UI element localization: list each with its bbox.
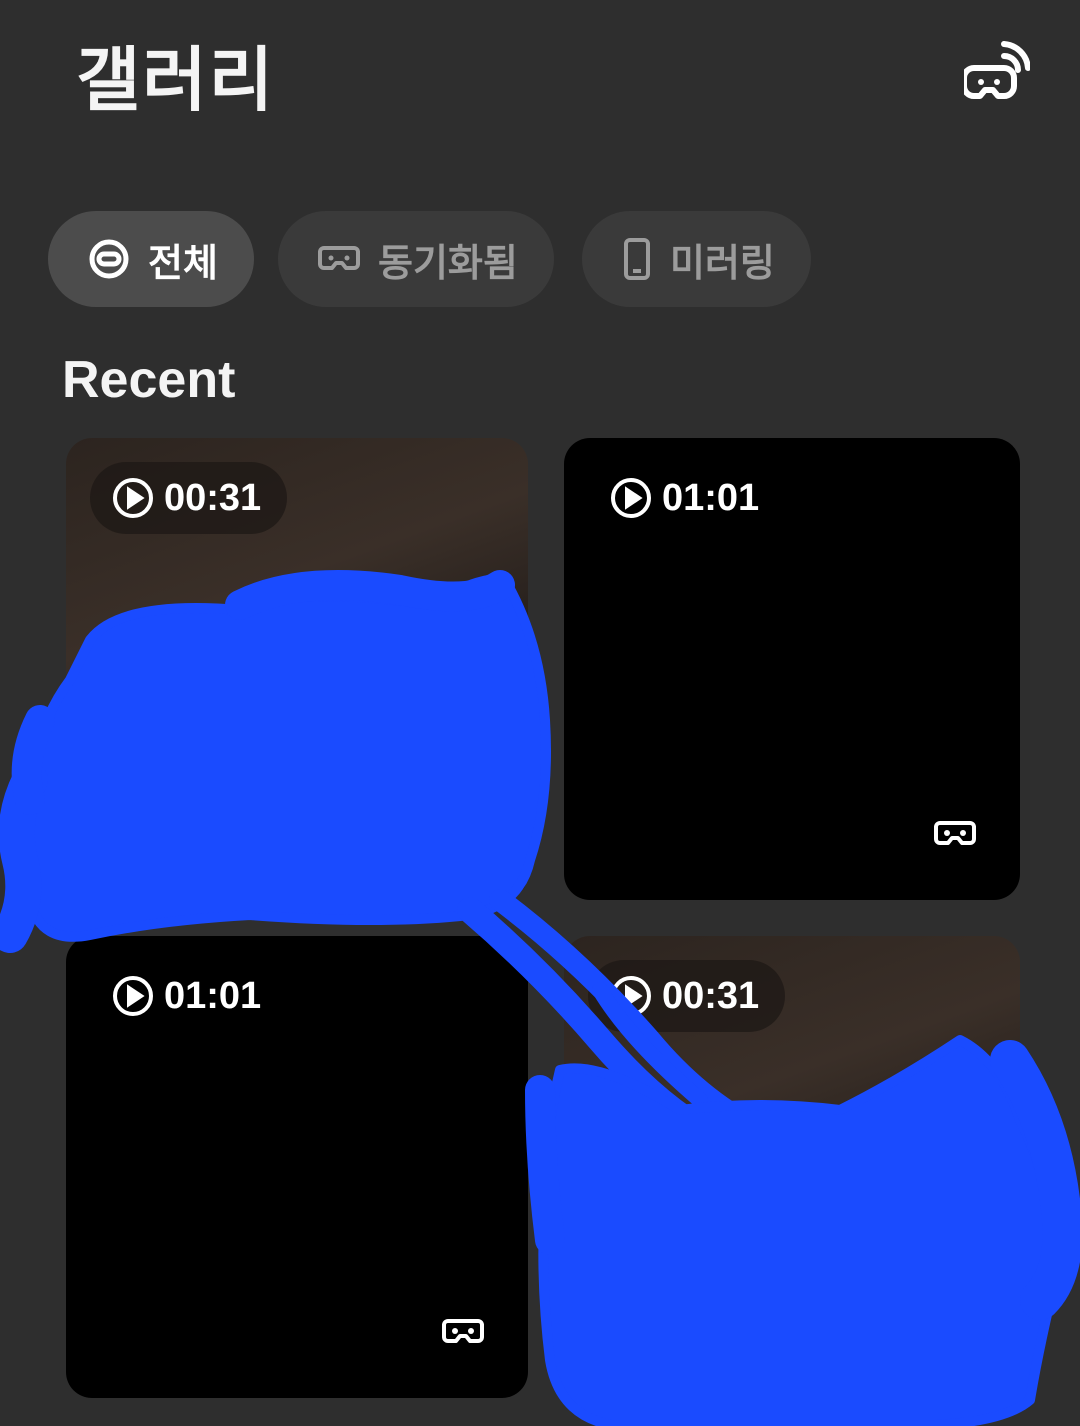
page-title: 갤러리 (76, 39, 276, 121)
filter-chip-synced[interactable]: 동기화됨 (278, 211, 554, 307)
duration-badge: 01:01 (90, 960, 287, 1032)
filter-chip-mirroring[interactable]: 미러링 (582, 211, 811, 307)
duration-text: 01:01 (662, 476, 760, 519)
filter-chip-label: 미러링 (670, 240, 775, 285)
duration-text: 01:01 (164, 974, 262, 1017)
all-circle-icon (88, 238, 130, 280)
duration-text: 00:31 (164, 476, 262, 519)
video-thumbnail[interactable]: 01:01 (564, 438, 1020, 900)
duration-badge: 01:01 (588, 462, 785, 534)
video-thumbnail[interactable]: 00:31 (66, 438, 528, 900)
phone-icon (622, 237, 652, 281)
duration-badge: 00:31 (588, 960, 786, 1032)
play-icon (611, 478, 651, 518)
duration-text: 00:31 (662, 974, 760, 1017)
filter-chip-label: 전체 (148, 240, 218, 285)
section-title-recent: Recent (62, 351, 236, 409)
play-icon (611, 976, 651, 1016)
play-icon (113, 478, 153, 518)
play-icon (113, 976, 153, 1016)
cast-vr-icon (964, 41, 1030, 99)
video-thumbnail[interactable]: 00:31 (564, 936, 1020, 1398)
vr-headset-icon (934, 821, 976, 845)
cast-button[interactable] (960, 34, 1034, 104)
vr-headset-icon (318, 244, 360, 274)
vr-headset-icon (442, 1319, 484, 1343)
duration-badge: 00:31 (90, 462, 288, 534)
video-thumbnail[interactable]: 01:01 (66, 936, 528, 1398)
filter-chip-label: 동기화됨 (378, 240, 518, 285)
filter-chip-all[interactable]: 전체 (48, 211, 254, 307)
